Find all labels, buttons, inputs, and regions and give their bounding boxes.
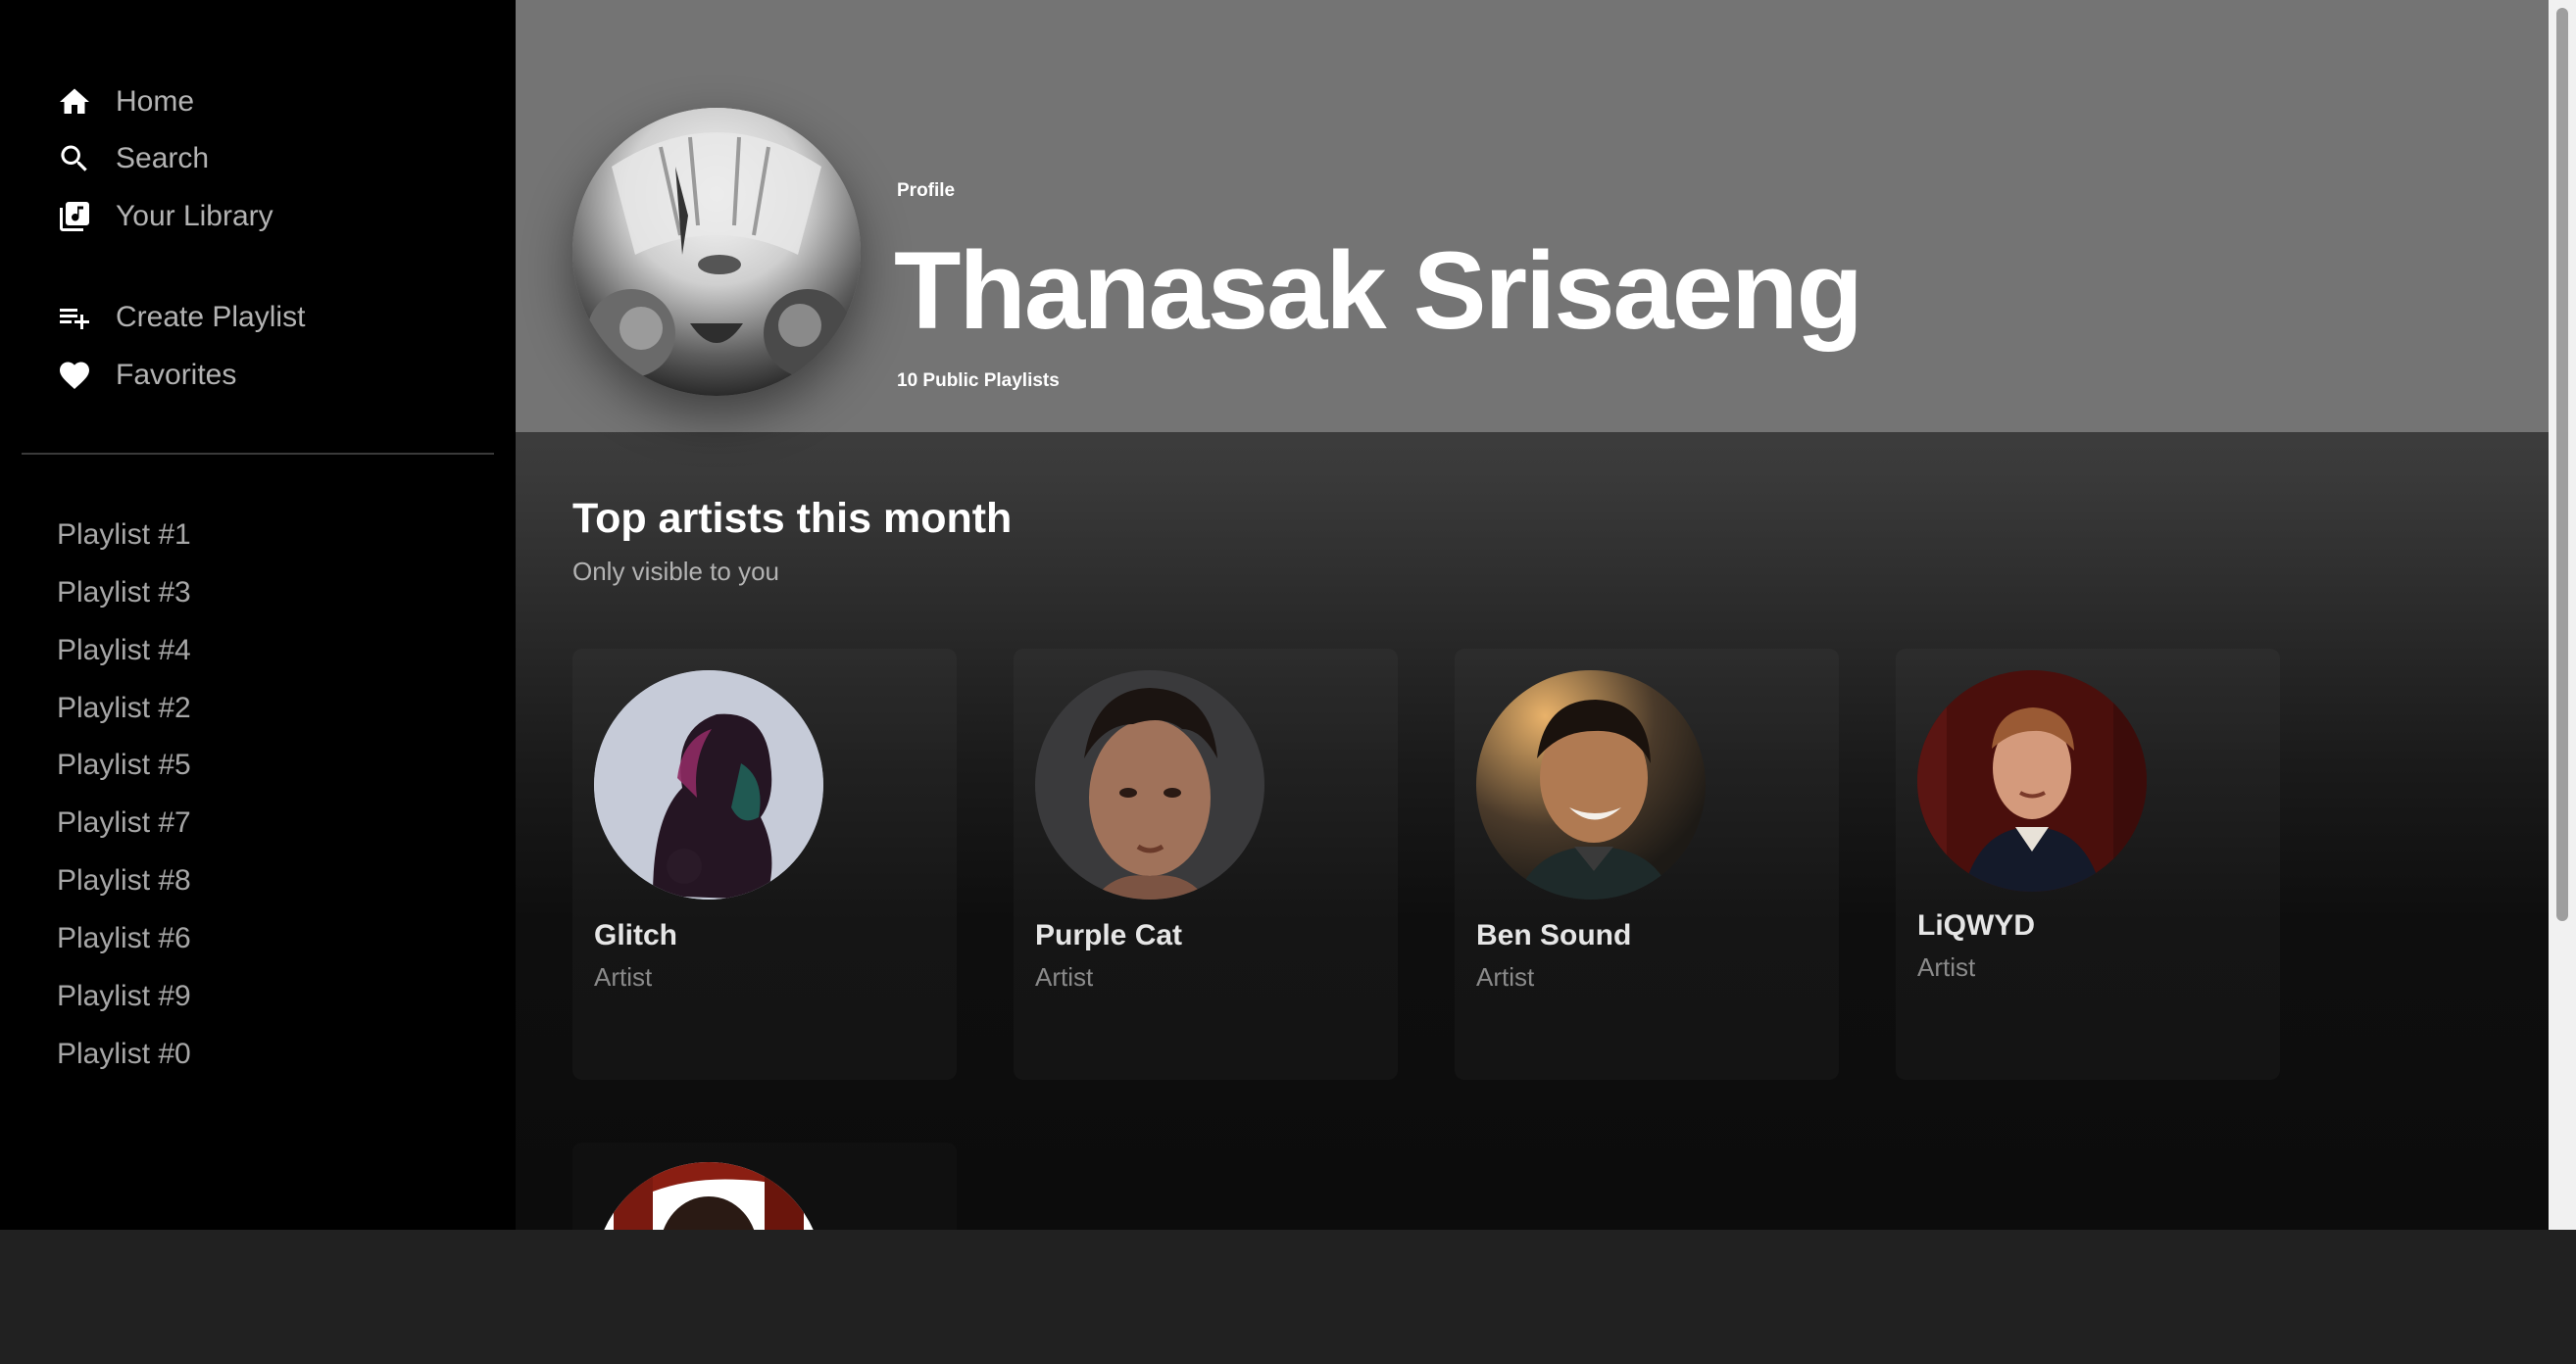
home-icon bbox=[57, 84, 92, 120]
artist-role: Artist bbox=[594, 962, 653, 992]
sidebar-playlist-item[interactable]: Playlist #4 bbox=[57, 629, 191, 672]
profile-avatar[interactable] bbox=[572, 108, 861, 396]
artist-role: Artist bbox=[1917, 952, 1976, 982]
profile-header: Profile Thanasak Srisaeng 10 Public Play… bbox=[516, 0, 2549, 432]
artist-photo bbox=[1035, 670, 1264, 900]
favorites-button[interactable]: Favorites bbox=[57, 351, 236, 400]
scrollbar-thumb[interactable] bbox=[2556, 8, 2568, 921]
create-playlist-label: Create Playlist bbox=[116, 301, 306, 333]
artist-name: Ben Sound bbox=[1476, 919, 1632, 951]
sidebar-playlist-item[interactable]: Playlist #0 bbox=[57, 1033, 191, 1076]
nav-search[interactable]: Search bbox=[57, 134, 209, 183]
library-icon bbox=[57, 199, 92, 234]
playlist-add-icon bbox=[57, 300, 92, 335]
nav-library-label: Your Library bbox=[116, 200, 273, 232]
artist-name: Purple Cat bbox=[1035, 919, 1183, 951]
main-scrollbar[interactable] bbox=[2549, 0, 2576, 1230]
player-bar bbox=[0, 1230, 2576, 1364]
create-playlist-button[interactable]: Create Playlist bbox=[57, 293, 305, 342]
artist-card[interactable]: Ben Sound Artist bbox=[1455, 649, 1839, 1080]
public-playlists-count[interactable]: 10 Public Playlists bbox=[897, 370, 1060, 392]
sidebar-playlist-item[interactable]: Playlist #6 bbox=[57, 917, 191, 960]
artist-photo bbox=[1476, 670, 1706, 900]
artist-role: Artist bbox=[1035, 962, 1094, 992]
sidebar-playlist-item[interactable]: Playlist #1 bbox=[57, 513, 191, 557]
sidebar-playlist-item[interactable]: Playlist #9 bbox=[57, 975, 191, 1018]
search-icon bbox=[57, 141, 92, 176]
profile-name: Thanasak Srisaeng bbox=[894, 229, 1863, 352]
favorites-label: Favorites bbox=[116, 359, 237, 391]
nav-home[interactable]: Home bbox=[57, 77, 194, 126]
app-window: Home Search Your Library Create Playlist… bbox=[0, 0, 2576, 1230]
heart-icon bbox=[57, 358, 92, 393]
artist-role: Artist bbox=[1476, 962, 1535, 992]
nav-library[interactable]: Your Library bbox=[57, 192, 273, 241]
nav-home-label: Home bbox=[116, 85, 195, 118]
profile-type-label: Profile bbox=[897, 180, 956, 201]
artist-photo bbox=[594, 670, 823, 900]
sidebar: Home Search Your Library Create Playlist… bbox=[0, 0, 516, 1230]
sidebar-playlist-item[interactable]: Playlist #5 bbox=[57, 744, 191, 787]
artist-card[interactable]: Purple Cat Artist bbox=[1014, 649, 1398, 1080]
sidebar-playlist-item[interactable]: Playlist #7 bbox=[57, 802, 191, 845]
main-content[interactable]: Profile Thanasak Srisaeng 10 Public Play… bbox=[516, 0, 2549, 1230]
artist-name: LiQWYD bbox=[1917, 909, 2035, 942]
nav-search-label: Search bbox=[116, 142, 210, 174]
sidebar-playlist-item[interactable]: Playlist #2 bbox=[57, 687, 191, 730]
sidebar-playlist-item[interactable]: Playlist #8 bbox=[57, 859, 191, 902]
sidebar-divider bbox=[22, 453, 494, 455]
artist-card[interactable] bbox=[572, 1143, 957, 1230]
top-artists-title[interactable]: Top artists this month bbox=[572, 495, 1012, 543]
sidebar-playlist-item[interactable]: Playlist #3 bbox=[57, 571, 191, 614]
artist-photo bbox=[1917, 670, 2147, 892]
artist-card[interactable]: LiQWYD Artist bbox=[1896, 649, 2280, 1080]
top-artists-subtitle: Only visible to you bbox=[572, 557, 779, 586]
artist-card[interactable]: Glitch Artist bbox=[572, 649, 957, 1080]
avatar-artwork bbox=[572, 108, 861, 396]
artist-photo bbox=[594, 1162, 823, 1230]
artist-name: Glitch bbox=[594, 919, 678, 951]
